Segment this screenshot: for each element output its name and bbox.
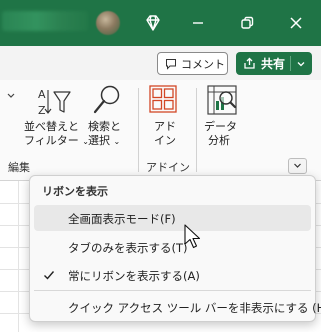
checkmark-icon (44, 271, 55, 280)
menu-item-hide-quick-access-toolbar[interactable]: クイック アクセス ツール バーを非表示にする (H) (34, 294, 321, 320)
ribbon-display-menu: リボンを表示 全画面表示モード(F) タブのみを表示する(T) 常にリボンを表示… (29, 175, 321, 322)
sort-filter-label-line1: 並べ替えと (24, 120, 79, 133)
addin-label-line2: イン (154, 134, 176, 147)
document-title-blurred (2, 11, 88, 31)
data-analysis-icon (207, 85, 237, 115)
ribbon: A Z 並べ替えと フィルター ⌄ 検索と 選択 ⌄ 編集 アド イン アドイン… (0, 80, 321, 181)
share-button[interactable]: 共有 (236, 52, 312, 75)
diamond-icon[interactable] (142, 12, 164, 34)
data-analysis-label-line1: データ (204, 120, 237, 133)
title-bar (0, 0, 321, 46)
group-label-edit: 編集 (8, 161, 30, 174)
comment-button-label: コメント (181, 57, 225, 71)
sort-filter-button[interactable]: A Z 並べ替えと フィルター ⌄ (24, 80, 89, 160)
find-select-button[interactable]: 検索と 選択 ⌄ (86, 80, 130, 160)
sort-filter-icon: A Z (38, 88, 71, 117)
data-analysis-button[interactable]: データ 分析 (204, 80, 244, 160)
svg-text:Z: Z (38, 104, 46, 117)
group-label-addin: アドイン (146, 161, 190, 174)
user-avatar[interactable] (96, 11, 120, 35)
chevron-down-icon: ⌄ (113, 137, 121, 146)
comment-button[interactable]: コメント (157, 52, 228, 75)
close-icon[interactable] (285, 12, 307, 34)
menu-item-label: 常にリボンを表示する(A) (68, 269, 200, 283)
sort-filter-label-line2: フィルター ⌄ (24, 134, 89, 147)
menu-item-label: クイック アクセス ツール バーを非表示にする (H) (68, 301, 321, 315)
share-button-label: 共有 (261, 57, 286, 71)
chevron-down-icon[interactable] (6, 92, 16, 100)
addin-icon (149, 85, 177, 113)
share-separator (290, 56, 291, 71)
collab-bar: コメント 共有 (0, 46, 321, 80)
minimize-icon[interactable] (187, 12, 209, 34)
chevron-down-icon (294, 163, 301, 168)
svg-text:A: A (38, 88, 46, 101)
restore-icon[interactable] (236, 12, 258, 34)
gridline (18, 181, 19, 332)
share-icon (244, 57, 255, 69)
search-icon (93, 85, 120, 114)
menu-item-label: 全画面表示モード(F) (68, 212, 176, 226)
comment-icon (166, 58, 176, 70)
menu-item-label: タブのみを表示する(T) (68, 241, 188, 255)
group-separator (138, 88, 139, 172)
chevron-down-icon[interactable] (296, 59, 306, 69)
menu-header: リボンを表示 (42, 185, 108, 198)
menu-item-show-tabs-only[interactable]: タブのみを表示する(T) (34, 234, 311, 260)
group-separator (196, 88, 197, 172)
menu-separator (34, 290, 311, 291)
addin-label-line1: アド (154, 120, 176, 133)
data-analysis-label-line2: 分析 (208, 134, 230, 147)
find-select-label-line2: 選択 ⌄ (88, 134, 121, 147)
find-select-label-line1: 検索と (88, 120, 121, 133)
ribbon-display-options-button[interactable] (288, 158, 307, 174)
menu-item-always-show-ribbon[interactable]: 常にリボンを表示する(A) (34, 262, 311, 288)
menu-item-fullscreen-mode[interactable]: 全画面表示モード(F) (34, 205, 311, 231)
addin-button[interactable]: アド イン (146, 80, 182, 160)
